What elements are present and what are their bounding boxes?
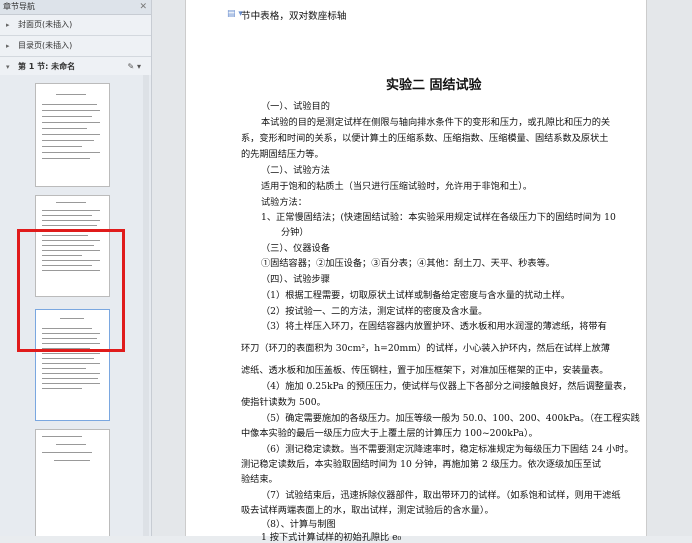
section-heading: （二）、试验方法 — [261, 165, 330, 176]
paragraph-line: （5）确定需要施加的各级压力。加压等级一般为 50.0、100、200、400k… — [261, 413, 640, 424]
paragraph-line: （1）根据工程需要，切取原状土试样或制备给定密度与含水量的扰动土样。 — [261, 290, 571, 301]
paragraph-line: （7）试验结束后，迅速拆除仪器部件，取出带环刀的试样。（如系饱和试样，则用干滤纸 — [261, 490, 621, 501]
paragraph-line: 试验方法： — [261, 197, 307, 208]
paragraph-line: 本试验的目的是测定试样在侧限与轴向排水条件下的变形和压力，或孔隙比和压力的关 — [261, 117, 611, 128]
section-heading: （三）、仪器设备 — [261, 243, 330, 254]
paragraph-line: 适用于饱和的粘质土（当只进行压缩试验时，允许用于非饱和土）。 — [261, 181, 533, 192]
paragraph-line: 中像本实验的最后一级压力应大于上覆土层的计算压力 100~200kPa）。 — [241, 428, 538, 439]
paragraph-line: 1 按下式计算试样的初始孔隙比 e₀ — [261, 532, 402, 543]
close-icon[interactable]: ✕ — [139, 0, 147, 14]
nav-item-toc[interactable]: ▸ 目录页(未插入) — [0, 36, 151, 57]
paragraph-line: 1、正常慢固结法；(快速固结试验：本实验采用规定试样在各级压力下的固结时间为 1… — [261, 212, 616, 223]
paragraph-line: 滤纸、透水板和加压盖板、传压钢柱，置于加压框架下，对准加压框架的正中，安装量表。 — [241, 365, 609, 376]
paragraph-line: 测记稳定读数后，本实验取固结时间为 10 分钟，再施加第 2 级压力。依次逐级加… — [241, 459, 601, 470]
page-thumbnail[interactable] — [35, 83, 110, 187]
page-thumbnail[interactable] — [35, 429, 110, 536]
paragraph-line: ①固结容器；②加压设备；③百分表；④其他：刮土刀、天平、秒表等。 — [261, 258, 555, 269]
section-heading: （四）、试验步骤 — [261, 274, 330, 285]
section-heading: （8）、计算与制图 — [261, 519, 336, 530]
section-heading: （一）、试验目的 — [261, 101, 330, 112]
paragraph-line: 使指针读数为 500。 — [241, 397, 326, 408]
paragraph-line: 环刀（环刀的表面积为 30cm²，h=20mm）的试样，小心装入护环内，然后在试… — [241, 343, 610, 354]
paragraph-line: 的先期固结压力等。 — [241, 149, 324, 160]
collapse-arrow-icon[interactable]: ▾ — [6, 57, 10, 77]
expand-arrow-icon[interactable]: ▸ — [6, 36, 10, 56]
paragraph-line: （6）测记稳定读数。当不需要测定沉降速率时，稳定标准规定为每级压力下固结 24 … — [261, 444, 634, 455]
selection-highlight — [17, 229, 125, 352]
expand-arrow-icon[interactable]: ▸ — [6, 15, 10, 35]
document-area[interactable]: ▤ ▾ 节中表格，双对数座标轴 实验二 固结试验 （一）、试验目的 本试验的目的… — [152, 0, 692, 543]
nav-item-label: 目录页(未插入) — [18, 41, 73, 50]
section-edit-icon[interactable]: ✎ ▾ — [127, 57, 141, 77]
panel-title: 章节导航 — [3, 2, 35, 11]
nav-item-label: 封面页(未插入) — [18, 20, 73, 29]
paragraph-line: （2）按试验一、二的方法，测定试样的密度及含水量。 — [261, 306, 488, 317]
header-text: 节中表格，双对数座标轴 — [241, 11, 347, 22]
paragraph-line: 分钟） — [281, 227, 309, 238]
paragraph-line: 系，变形和时间的关系，以便计算土的压缩系数、压缩指数、压缩模量、固结系数及原状土 — [241, 133, 609, 144]
document-title: 实验二 固结试验 — [386, 78, 482, 93]
document-page[interactable]: ▤ ▾ 节中表格，双对数座标轴 实验二 固结试验 （一）、试验目的 本试验的目的… — [185, 0, 647, 543]
paragraph-line: （4）施加 0.25kPa 的预压压力，使试样与仪器上下各部分之间接触良好，然后… — [261, 381, 632, 392]
nav-item-label: 第 1 节: 未命名 — [18, 62, 76, 71]
paragraph-line: （3）将土样压入环刀，在固结容器内放置护环、透水板和用水润湿的薄滤纸，将带有 — [261, 321, 607, 332]
paragraph-line: 吸去试样两端表面上的水，取出试样，测定试验后的含水量）。 — [241, 505, 494, 516]
panel-header: 章节导航 ✕ — [0, 0, 151, 15]
nav-item-cover[interactable]: ▸ 封面页(未插入) — [0, 15, 151, 36]
chapter-navigation-panel: 章节导航 ✕ ▸ 封面页(未插入) ▸ 目录页(未插入) ▾ 第 1 节: 未命… — [0, 0, 152, 536]
paragraph-line: 验结束。 — [241, 474, 278, 485]
thumbnail-scrollbar[interactable] — [143, 75, 149, 536]
